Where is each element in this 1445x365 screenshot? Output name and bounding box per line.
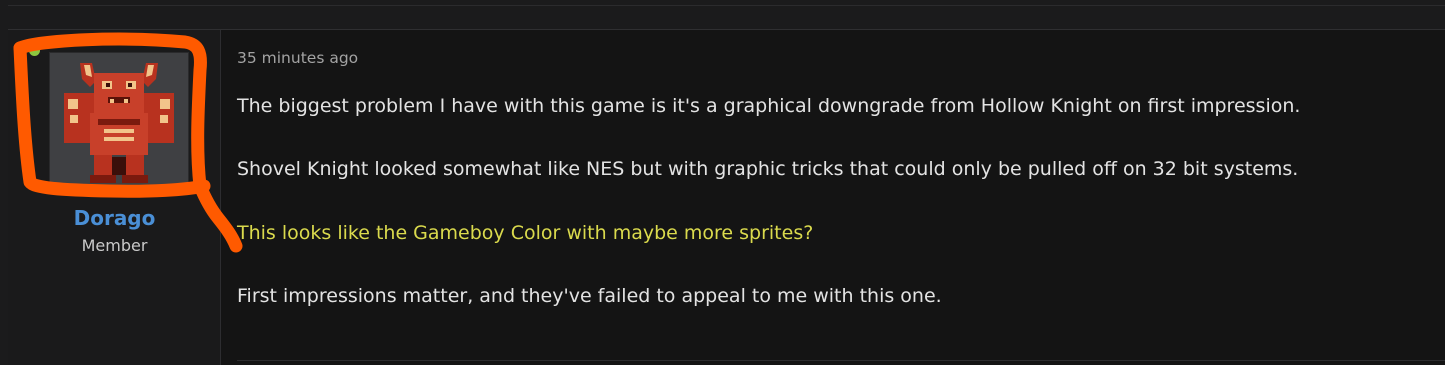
post-content: 35 minutes ago The biggest problem I hav…	[222, 30, 1445, 365]
post-footer-divider	[237, 360, 1445, 361]
post-user-cell: Dorago Member	[8, 30, 221, 365]
page-left-edge	[0, 0, 8, 365]
post-paragraph: First impressions matter, and they've fa…	[237, 285, 942, 307]
previous-post-strip	[0, 0, 1445, 30]
online-status-indicator	[29, 45, 40, 56]
user-title: Member	[81, 236, 148, 255]
divider	[0, 5, 1445, 6]
post-paragraph: The biggest problem I have with this gam…	[237, 95, 1301, 117]
username-link[interactable]: Dorago	[8, 206, 221, 230]
post-paragraph-highlighted: This looks like the Gameboy Color with m…	[237, 222, 814, 244]
demon-avatar-image	[50, 53, 188, 191]
avatar[interactable]	[49, 52, 189, 192]
post-date-link[interactable]: 35 minutes ago	[237, 49, 358, 67]
post-paragraph: Shovel Knight looked somewhat like NES b…	[237, 158, 1299, 180]
